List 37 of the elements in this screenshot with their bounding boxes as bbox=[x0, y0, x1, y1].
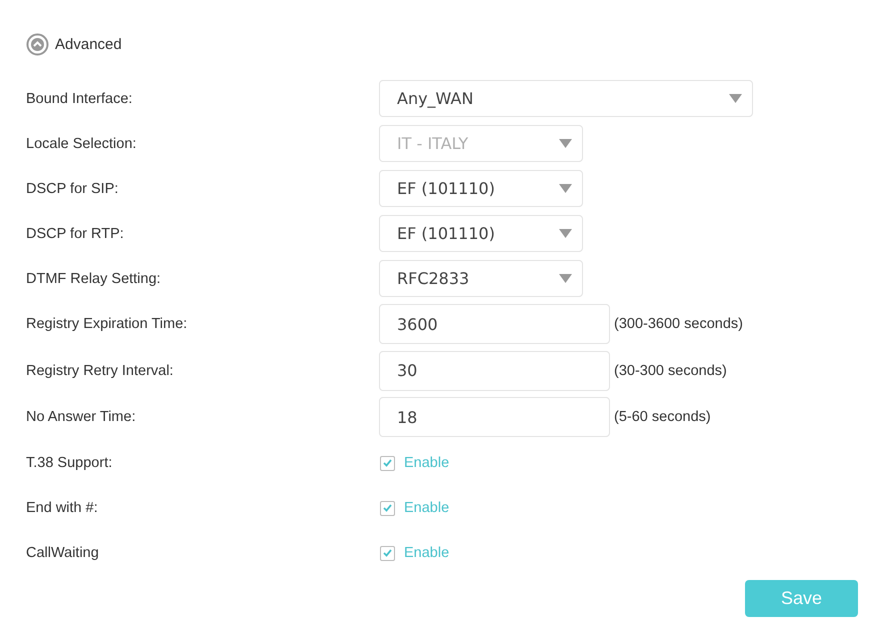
checkbox[interactable] bbox=[380, 456, 395, 470]
checkbox-label: Enable bbox=[404, 545, 450, 561]
dropdown-caret-icon bbox=[729, 94, 742, 103]
dropdown-select[interactable]: Any_WAN bbox=[379, 80, 753, 117]
input-field[interactable]: 30 bbox=[379, 350, 610, 391]
field-label: End with #: bbox=[26, 500, 99, 516]
checkbox-label: Enable bbox=[404, 455, 450, 471]
checkbox[interactable] bbox=[380, 546, 395, 560]
check-icon bbox=[383, 459, 392, 467]
field-label: Locale Selection: bbox=[26, 136, 138, 152]
dropdown-select[interactable]: EF (101110) bbox=[379, 170, 583, 207]
input-field[interactable]: 3600 bbox=[379, 304, 610, 344]
field-label: Bound Interface: bbox=[26, 90, 134, 106]
field-label: DSCP for SIP: bbox=[26, 180, 120, 196]
field-label: DSCP for RTP: bbox=[26, 226, 125, 242]
check-icon bbox=[383, 549, 392, 557]
field-label: Registry Expiration Time: bbox=[26, 316, 188, 332]
dropdown-caret-icon bbox=[559, 184, 572, 193]
field-label: DTMF Relay Setting: bbox=[26, 270, 162, 286]
field-label: CallWaiting bbox=[26, 545, 100, 561]
field-label: T.38 Support: bbox=[26, 455, 114, 471]
checkbox[interactable] bbox=[380, 500, 395, 516]
dropdown-select[interactable]: RFC2833 bbox=[379, 260, 583, 297]
checkbox-label: Enable bbox=[404, 500, 450, 516]
dropdown-caret-icon bbox=[559, 139, 572, 148]
field-label: No Answer Time: bbox=[26, 409, 137, 426]
dropdown-select[interactable]: EF (101110) bbox=[379, 215, 583, 252]
advanced-toggle[interactable]: Advanced bbox=[26, 33, 122, 56]
collapse-icon bbox=[26, 33, 49, 56]
dropdown-caret-icon bbox=[559, 274, 572, 283]
range-hint: (300-3600 seconds) bbox=[614, 316, 743, 332]
range-hint: (5-60 seconds) bbox=[614, 409, 711, 426]
check-icon bbox=[383, 504, 392, 512]
dropdown-caret-icon bbox=[559, 229, 572, 238]
range-hint: (30-300 seconds) bbox=[614, 362, 727, 379]
field-label: Registry Retry Interval: bbox=[26, 362, 174, 379]
input-field[interactable]: 18 bbox=[379, 397, 610, 438]
